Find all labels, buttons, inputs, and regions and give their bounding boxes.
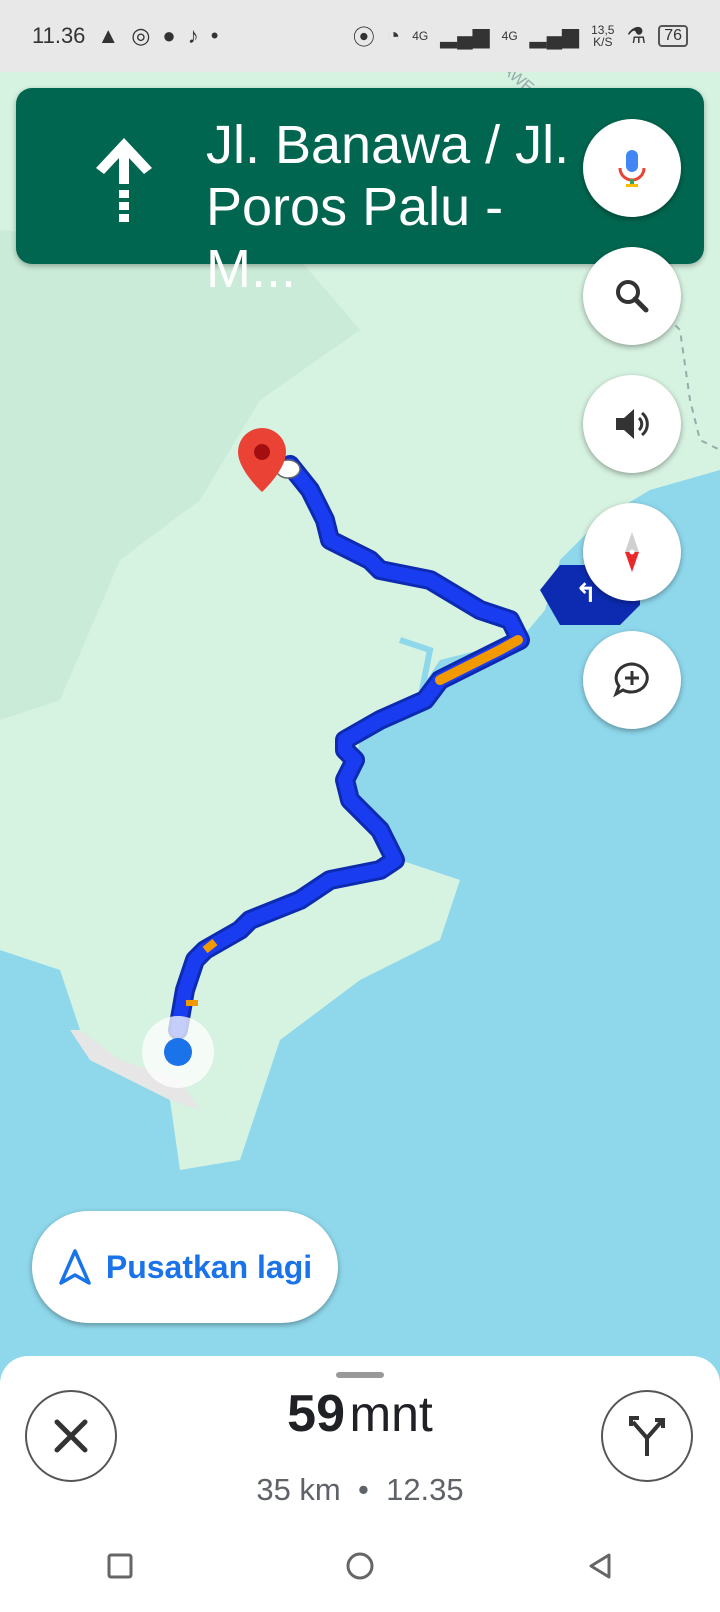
more-dot-icon: •: [210, 23, 219, 48]
trip-details: 35 km • 12.35: [0, 1472, 720, 1508]
network-label-1: 4G: [412, 29, 429, 43]
sheet-drag-handle[interactable]: [336, 1372, 384, 1378]
trip-distance: 35 km: [256, 1472, 341, 1507]
status-right: ⦿ ◔ 4G ▂▄▆ 4G ▂▄▆ 13,5 K/S ⚗ 76: [353, 20, 688, 52]
battery-indicator: 76: [658, 25, 688, 47]
trip-separator: •: [357, 1472, 369, 1507]
net-speed: 13,5 K/S: [591, 23, 615, 49]
duration-value: 59: [287, 1385, 346, 1443]
mic-icon: [618, 150, 646, 187]
search-icon: [616, 280, 649, 313]
route-options-icon: [629, 1416, 665, 1456]
system-navigation-bar: [0, 1520, 720, 1612]
recenter-label: Pusatkan lagi: [105, 1248, 313, 1285]
whatsapp-icon: ◎: [131, 23, 151, 48]
signal-icon-2: ▂▄▆: [529, 23, 580, 48]
straight-arrow-icon: [96, 138, 152, 222]
home-button[interactable]: [344, 1550, 376, 1582]
tiktok-icon: ♪: [187, 23, 199, 48]
status-bar: 11.36 ▲ ◎ ● ♪ • ⦿ ◔ 4G ▂▄▆ 4G ▂▄▆ 13,5 K/…: [0, 0, 720, 72]
compass-button[interactable]: [583, 503, 681, 601]
line-icon: ●: [162, 23, 176, 48]
street-name: Jl. Banawa / Jl. Poros Palu - M...: [206, 115, 570, 299]
location-icon: ⦿: [352, 25, 375, 50]
clock: 11.36: [32, 23, 86, 48]
sound-button[interactable]: [583, 375, 681, 473]
wifi-icon: ◔: [386, 23, 401, 48]
arrival-time: 12.35: [386, 1472, 464, 1507]
volume-icon: [616, 409, 649, 439]
compass-icon: [625, 532, 639, 572]
alternate-routes-button[interactable]: [601, 1390, 693, 1482]
add-report-button[interactable]: [583, 631, 681, 729]
signal-icon-1: ▂▄▆: [440, 23, 490, 48]
back-button[interactable]: [585, 1551, 615, 1581]
status-left: 11.36 ▲ ◎ ● ♪ •: [32, 23, 218, 49]
lab-icon: ⚗: [626, 23, 647, 48]
search-button[interactable]: [583, 247, 681, 345]
add-report-icon: [613, 662, 649, 698]
recents-button[interactable]: [105, 1551, 135, 1581]
current-location-dot: [164, 1038, 192, 1066]
destination-pin-center: [254, 444, 270, 460]
navigation-arrow-icon: ▲: [97, 23, 120, 48]
network-label-2: 4G: [501, 29, 518, 43]
voice-search-button[interactable]: [583, 119, 681, 217]
navigation-arrow-icon: [59, 1249, 91, 1285]
duration-unit: mnt: [349, 1386, 433, 1442]
recenter-button[interactable]: Pusatkan lagi: [32, 1211, 338, 1323]
